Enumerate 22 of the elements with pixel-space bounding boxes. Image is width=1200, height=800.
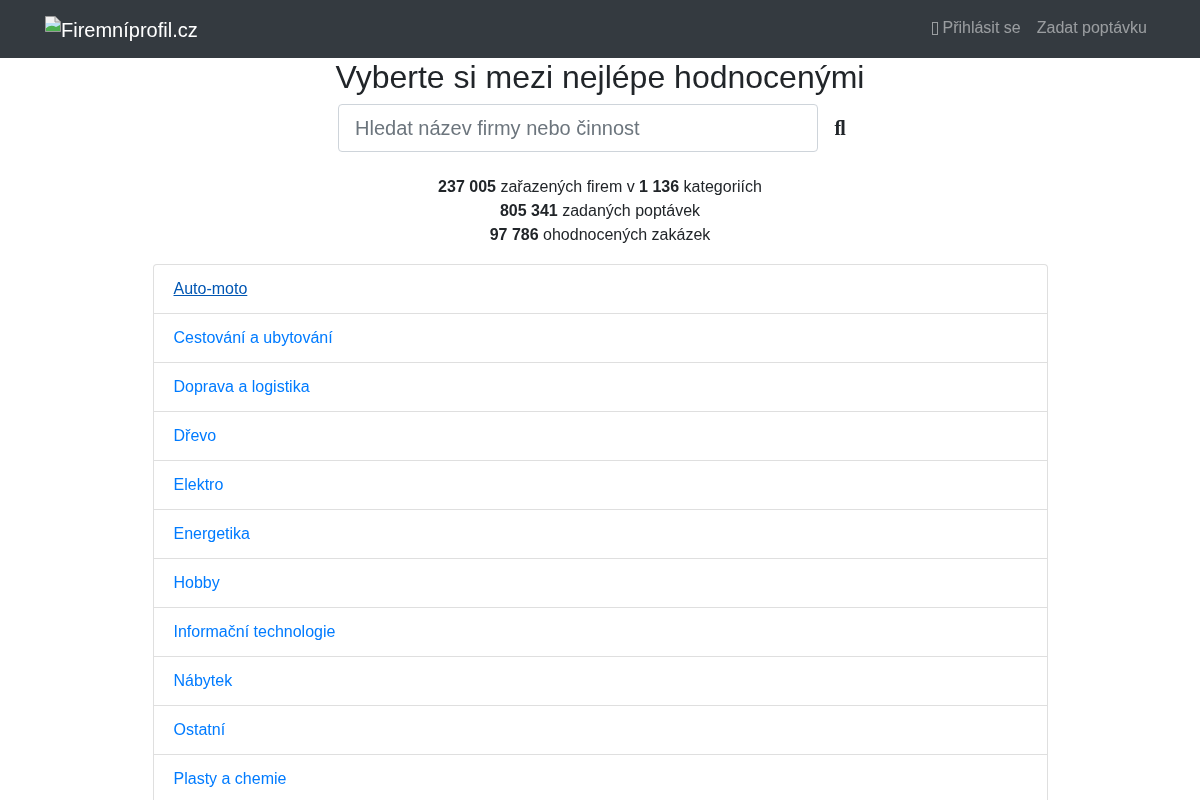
category-link[interactable]: Ostatní	[173, 721, 226, 738]
logo-link[interactable]: Firemníprofil.cz	[45, 13, 198, 45]
stats-line: 97 786 ohodnocených zakázek	[489, 225, 711, 245]
category-link[interactable]: Elektro	[173, 476, 224, 493]
missing-glyph-icon	[932, 21, 939, 35]
stats-line: 805 341 zadaných poptávek	[499, 201, 701, 221]
category-link[interactable]: Auto-moto	[173, 280, 248, 297]
category-link[interactable]: Dřevo	[173, 427, 217, 444]
category-link[interactable]: Nábytek	[173, 672, 233, 689]
category-link[interactable]: Energetika	[173, 525, 250, 542]
stats-line: 237 005 zařazených firem v 1 136 kategoriích	[438, 177, 762, 197]
search-button[interactable]: ﬂ	[818, 104, 862, 152]
category-link[interactable]: Informační technologie	[173, 623, 336, 640]
category-link[interactable]: Plasty a chemie	[173, 770, 287, 787]
broken-image-icon	[45, 15, 61, 32]
nav-link[interactable]: Zadat poptávku	[1028, 16, 1155, 40]
category-link[interactable]: Cestování a ubytování	[173, 329, 333, 346]
category-link[interactable]: Doprava a logistika	[173, 378, 310, 395]
page-heading: Vyberte si mezi nejlépe hodnocenými	[335, 58, 865, 96]
search-field[interactable]: Hledat název firmy nebo činnost	[338, 104, 818, 152]
category-link[interactable]: Hobby	[173, 574, 220, 591]
nav-link[interactable]: Přihlásit se	[924, 16, 1029, 40]
